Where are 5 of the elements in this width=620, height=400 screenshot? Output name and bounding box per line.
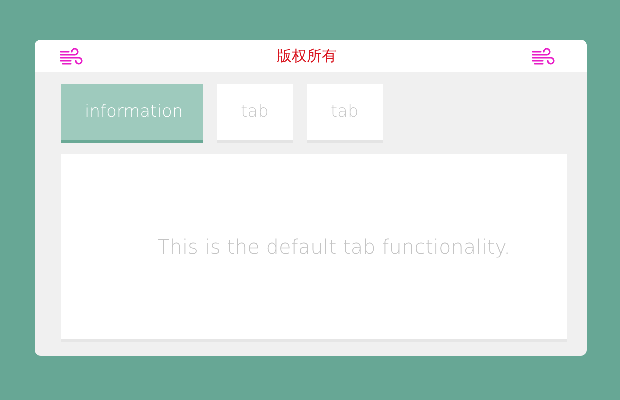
tab[interactable]: information [61, 84, 203, 143]
wind-icon [531, 46, 555, 66]
panel-text: This is the default tab functionality. [158, 234, 510, 258]
header-title: 版权所有 [277, 46, 337, 66]
wind-icon [59, 46, 83, 66]
